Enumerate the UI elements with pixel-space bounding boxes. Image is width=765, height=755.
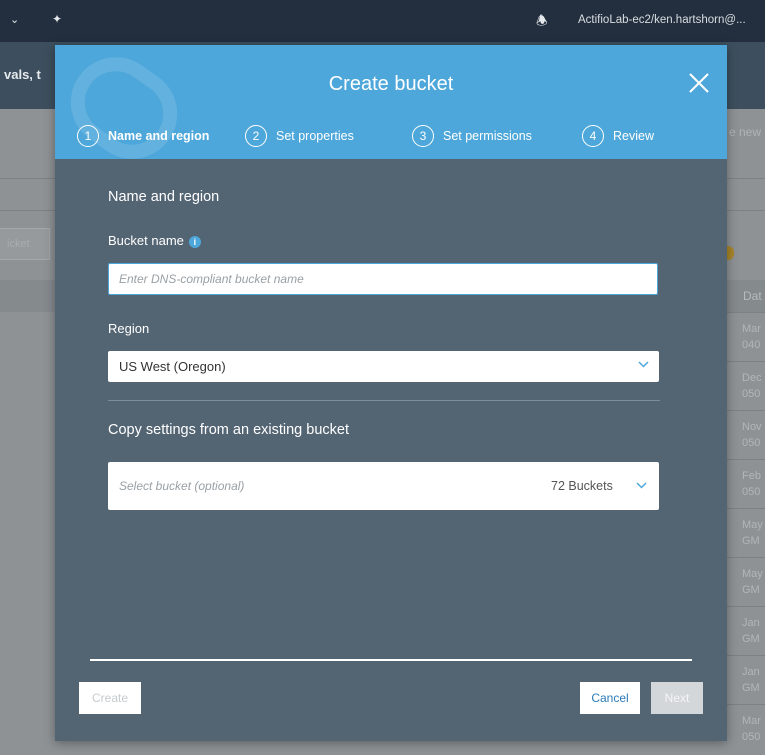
region-select[interactable]: US West (Oregon) [108,351,659,382]
step-label: Name and region [108,129,210,143]
info-icon[interactable]: i [188,236,201,248]
existing-bucket-select[interactable]: Select bucket (optional) 72 Buckets [108,462,659,510]
dialog-header: Create bucket 1 Name and region 2 Set pr… [55,45,727,159]
table-row[interactable]: Jan GM [727,606,765,655]
pin-icon[interactable]: ✦ [52,12,62,26]
close-button[interactable] [685,69,713,97]
table-row[interactable]: Mar 040 [727,312,765,361]
whats-new-link[interactable]: e new [729,125,761,139]
step-label: Review [613,129,654,143]
step-number: 4 [582,125,604,147]
table-row[interactable]: Nov 050 [727,410,765,459]
step-set-properties[interactable]: 2 Set properties [245,123,354,149]
chevron-down-icon [636,482,647,489]
section-divider [108,400,660,401]
breadcrumb: vals, t [4,67,41,82]
create-bucket-button[interactable]: icket [0,228,50,260]
step-review[interactable]: 4 Review [582,123,654,149]
step-number: 3 [412,125,434,147]
bucket-count: 72 Buckets [551,479,613,493]
step-number: 2 [245,125,267,147]
table-row[interactable]: Feb 050 [727,459,765,508]
bell-icon[interactable]: 🕭 [536,12,548,34]
date-column-header[interactable]: Dat [743,289,762,303]
bucket-name-label: Bucket name i [108,233,201,248]
table-row[interactable]: Dec 050 [727,361,765,410]
bucket-name-input[interactable] [108,263,658,295]
create-button[interactable]: Create [79,682,141,714]
chevron-down-icon[interactable]: ⌄ [10,13,19,26]
console-top-bar: ⌄ ✦ 🕭 ActifioLab-ec2/ken.hartshorn@... [0,0,765,42]
cancel-button[interactable]: Cancel [580,682,640,714]
footer-divider [90,659,692,661]
section-title: Name and region [108,189,220,205]
table-row[interactable]: Mar 050 [727,704,765,753]
step-label: Set properties [276,129,354,143]
region-label: Region [108,321,150,336]
table-row[interactable]: May GM [727,508,765,557]
bucket-select-placeholder: Select bucket (optional) [119,479,245,493]
account-menu[interactable]: ActifioLab-ec2/ken.hartshorn@... [578,14,764,26]
create-bucket-dialog: Create bucket 1 Name and region 2 Set pr… [55,45,727,741]
step-number: 1 [77,125,99,147]
copy-settings-title: Copy settings from an existing bucket [108,422,349,438]
close-icon [689,73,709,93]
table-row[interactable]: May GM [727,557,765,606]
region-value: US West (Oregon) [119,359,226,374]
table-row[interactable]: Jan GM [727,655,765,704]
step-name-and-region[interactable]: 1 Name and region [77,123,209,149]
dialog-title: Create bucket [328,73,454,95]
next-button[interactable]: Next [651,682,703,714]
chevron-down-icon [638,361,649,368]
step-label: Set permissions [443,129,532,143]
step-set-permissions[interactable]: 3 Set permissions [412,123,532,149]
